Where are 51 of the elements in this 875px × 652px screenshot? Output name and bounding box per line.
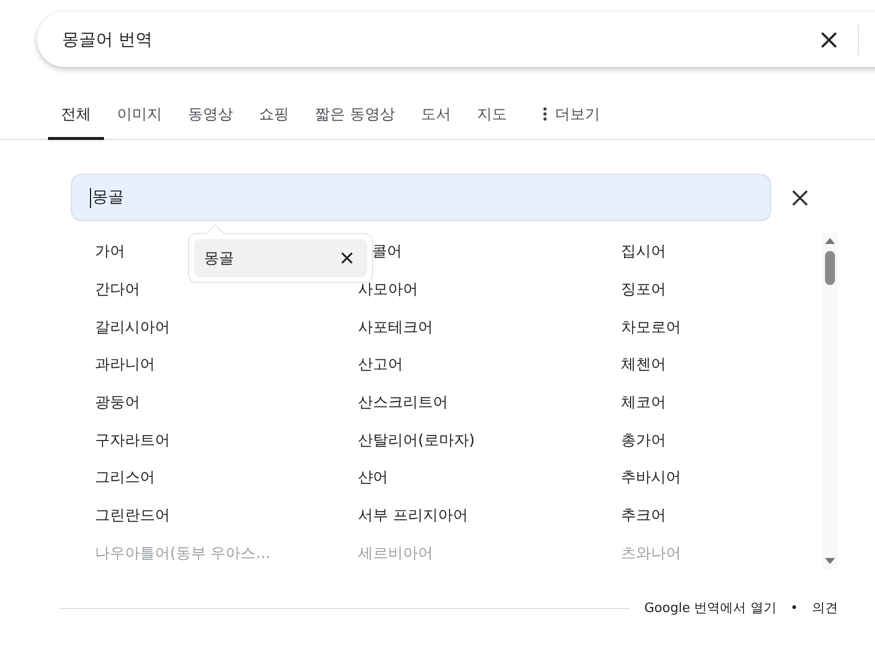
language-option[interactable]: 산고어 <box>358 355 403 374</box>
field-value: 몽골 <box>92 187 124 208</box>
separator: • <box>790 600 798 616</box>
language-option[interactable]: 체첸어 <box>621 355 666 374</box>
language-search-field[interactable]: 몽골 <box>71 174 771 221</box>
language-option[interactable]: 콜어 <box>372 242 402 262</box>
tab[interactable]: 동영상 <box>175 91 246 140</box>
tab[interactable]: 이미지 <box>104 91 175 140</box>
tab[interactable]: 전체 <box>48 91 104 140</box>
language-option[interactable]: 사포테크어 <box>358 318 433 337</box>
tab[interactable]: 쇼핑 <box>246 91 302 140</box>
close-icon[interactable] <box>341 252 353 264</box>
language-option[interactable]: 추바시어 <box>621 468 681 488</box>
close-icon[interactable] <box>819 30 839 50</box>
language-option[interactable]: 그린란드어 <box>95 506 170 526</box>
more-icon <box>542 107 547 121</box>
feedback-link[interactable]: 의견 <box>812 599 838 617</box>
more-label: 더보기 <box>554 104 600 124</box>
tab[interactable]: 짧은 동영상 <box>302 91 408 140</box>
language-option[interactable]: 총가어 <box>621 430 666 450</box>
language-option[interactable]: 가어 <box>95 242 125 262</box>
language-option[interactable]: 추크어 <box>621 506 666 526</box>
language-option[interactable]: 그리스어 <box>95 468 155 488</box>
suggestion-chip[interactable]: 몽골 <box>194 239 367 277</box>
language-option[interactable]: 서부 프리지아어 <box>358 506 468 526</box>
open-in-translate-link[interactable]: Google 번역에서 열기 <box>644 599 776 617</box>
language-option[interactable]: 간다어 <box>95 280 140 300</box>
language-option[interactable]: 샨어 <box>358 468 388 488</box>
text-caret <box>90 188 91 208</box>
language-option[interactable]: 징포어 <box>621 280 666 300</box>
scroll-down-icon[interactable] <box>824 557 836 565</box>
search-bar[interactable]: 몽골어 번역 <box>37 12 875 67</box>
language-option[interactable]: 산탈리어(로마자) <box>358 430 475 450</box>
language-option[interactable]: 차모로어 <box>621 318 681 337</box>
search-query: 몽골어 번역 <box>62 29 154 51</box>
language-option[interactable]: 산스크리트어 <box>358 393 448 412</box>
suggestion-label: 몽골 <box>204 248 234 268</box>
scrollbar-thumb[interactable] <box>825 251 835 285</box>
scrollbar[interactable] <box>822 233 838 569</box>
language-option[interactable]: 체코어 <box>621 393 666 412</box>
tab[interactable]: 도서 <box>408 91 464 140</box>
language-option[interactable]: 사모아어 <box>358 280 418 300</box>
language-option[interactable]: 집시어 <box>621 242 666 262</box>
more-tab[interactable]: 더보기 <box>530 91 613 140</box>
close-icon[interactable] <box>791 188 809 206</box>
language-option[interactable]: 갈리시아어 <box>95 318 170 337</box>
tab[interactable]: 지도 <box>464 91 520 140</box>
language-option[interactable]: 구자라트어 <box>95 430 170 450</box>
language-option[interactable]: 과라니어 <box>95 355 155 374</box>
language-option[interactable]: 광둥어 <box>95 393 140 412</box>
scroll-up-icon[interactable] <box>824 237 836 245</box>
